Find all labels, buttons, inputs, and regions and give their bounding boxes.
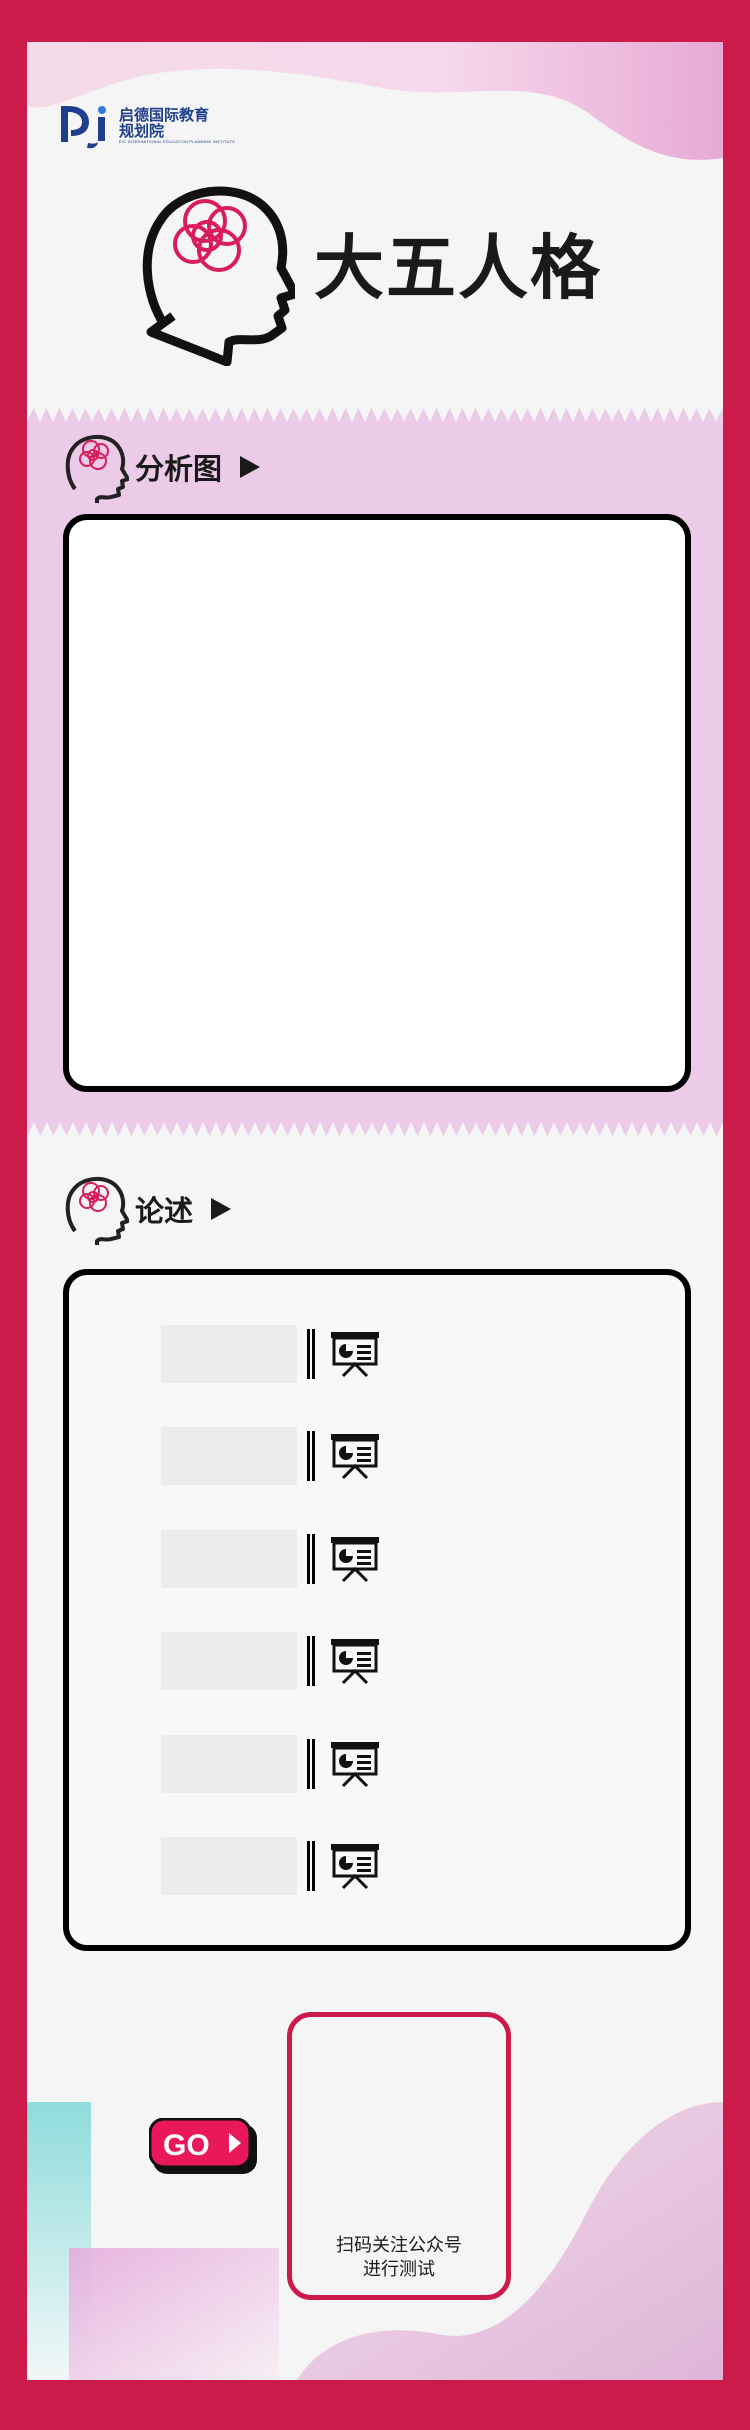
essay-row [161, 1325, 381, 1383]
essay-row [161, 1632, 381, 1690]
go-button[interactable]: GO [149, 2118, 259, 2176]
qr-caption-line1: 扫码关注公众号 [336, 2235, 462, 2257]
essay-row-field [161, 1735, 297, 1793]
logo-english-name: EIC INTERNATIONAL EDUCATION PLANNING INS… [119, 138, 236, 144]
analysis-chart-area [63, 514, 691, 1092]
essay-section-title: 论述 [135, 1194, 194, 1228]
essay-row-field [161, 1632, 297, 1690]
page-title: 大五人格 [314, 227, 602, 309]
essay-row-field [161, 1837, 297, 1895]
divider-bars [307, 1431, 315, 1481]
presentation-board-icon [329, 1740, 381, 1788]
divider-bars [307, 1329, 315, 1379]
essay-row [161, 1837, 381, 1895]
qr-code-card: 扫码关注公众号 进行测试 [287, 2012, 511, 2300]
qr-caption-line2: 进行测试 [363, 2258, 435, 2280]
presentation-board-icon [329, 1535, 381, 1583]
essay-row-field [161, 1530, 297, 1588]
essay-row [161, 1427, 381, 1485]
poster-frame: 启德国际教育 规划院 EIC INTERNATIONAL EDUCATION P… [0, 0, 750, 2430]
go-label: GO [163, 2129, 210, 2162]
analysis-section-header: 分析图 [63, 431, 261, 503]
logo-name-line2: 规划院 [119, 121, 165, 140]
essay-section-header: 论述 [63, 1173, 232, 1245]
play-arrow-icon [240, 456, 261, 478]
divider-bars [307, 1841, 315, 1891]
essay-panel [63, 1269, 691, 1951]
head-brain-icon [65, 435, 129, 503]
head-brain-icon [142, 186, 295, 366]
poster-page: 启德国际教育 规划院 EIC INTERNATIONAL EDUCATION P… [27, 42, 723, 2380]
head-brain-icon [65, 1177, 129, 1245]
play-arrow-icon [211, 1198, 232, 1220]
essay-row [161, 1735, 381, 1793]
divider-bars [307, 1534, 315, 1584]
brand-logo: 启德国际教育 规划院 EIC INTERNATIONAL EDUCATION P… [59, 102, 235, 150]
essay-row-field [161, 1427, 297, 1485]
logo-mark-icon [61, 106, 106, 149]
qr-caption: 扫码关注公众号 进行测试 [292, 2234, 506, 2281]
analysis-section-title: 分析图 [135, 452, 223, 486]
presentation-board-icon [329, 1432, 381, 1480]
essay-row-field [161, 1325, 297, 1383]
presentation-board-icon [329, 1330, 381, 1378]
essay-row [161, 1530, 381, 1588]
presentation-board-icon [329, 1637, 381, 1685]
divider-bars [307, 1636, 315, 1686]
presentation-board-icon [329, 1842, 381, 1890]
divider-bars [307, 1739, 315, 1789]
